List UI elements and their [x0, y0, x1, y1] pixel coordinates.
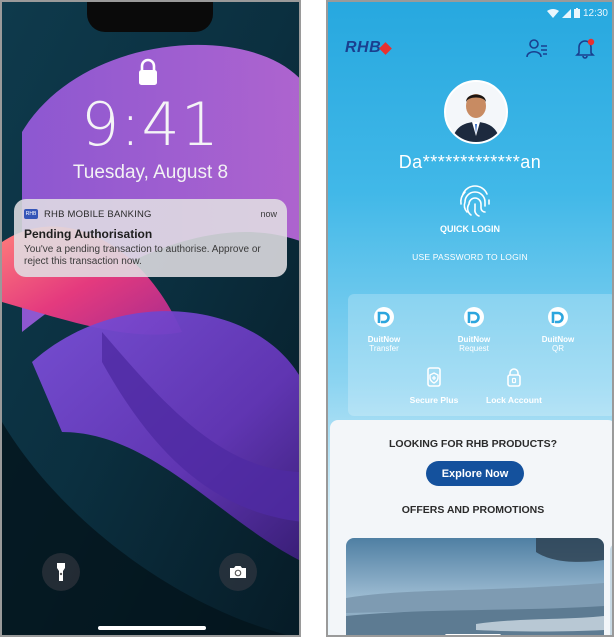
- battery-icon: [573, 8, 580, 18]
- camera-icon: [230, 566, 246, 578]
- products-section: LOOKING FOR RHB PRODUCTS? Explore Now OF…: [330, 420, 612, 637]
- action-label: DuitNow: [541, 335, 575, 344]
- lock-icon: [139, 58, 157, 85]
- duitnow-transfer-button[interactable]: DuitNow Transfer: [354, 306, 414, 354]
- duitnow-icon: [464, 307, 484, 327]
- profile-switch-icon[interactable]: [526, 37, 548, 59]
- status-time: 12:30: [582, 7, 608, 19]
- push-notification[interactable]: RHB RHB MOBILE BANKING now Pending Autho…: [14, 199, 287, 277]
- secure-plus-button[interactable]: Secure Plus: [404, 366, 464, 405]
- fingerprint-icon[interactable]: [457, 182, 493, 220]
- camera-button[interactable]: [219, 553, 257, 591]
- promotion-banner[interactable]: [346, 538, 604, 637]
- action-label: DuitNow: [367, 335, 401, 344]
- quick-login-label[interactable]: QUICK LOGIN: [328, 224, 612, 234]
- action-sublabel: Request: [459, 344, 489, 353]
- wifi-icon: [546, 8, 559, 18]
- padlock-icon: [507, 368, 521, 387]
- home-indicator[interactable]: [98, 626, 206, 630]
- rhb-login-screen: 12:30 RHB Da*************an QUICK LOGIN …: [326, 0, 614, 637]
- lock-screen: 9:41 Tuesday, August 8 RHB RHB MOBILE BA…: [0, 0, 301, 637]
- quick-actions-panel: DuitNow Transfer DuitNow Request DuitNow…: [348, 294, 612, 416]
- lock-screen-date: Tuesday, August 8: [72, 162, 229, 183]
- rhb-app-icon: RHB: [24, 209, 38, 219]
- user-portrait-icon: [446, 82, 506, 142]
- notification-body: You've a pending transaction to authoris…: [24, 244, 261, 267]
- action-label: Lock Account: [486, 395, 542, 405]
- use-password-link[interactable]: USE PASSWORD TO LOGIN: [328, 252, 612, 262]
- notch: [87, 2, 213, 32]
- duitnow-request-button[interactable]: DuitNow Request: [444, 306, 504, 354]
- action-label: Secure Plus: [409, 395, 459, 405]
- signal-icon: [561, 8, 571, 18]
- next-promotion-peek[interactable]: [610, 544, 612, 635]
- rhb-logo: RHB: [345, 39, 382, 56]
- notification-app-name: RHB MOBILE BANKING: [44, 208, 152, 220]
- offers-heading: OFFERS AND PROMOTIONS: [401, 504, 545, 516]
- duitnow-icon: [548, 307, 568, 327]
- lock-account-button[interactable]: Lock Account: [484, 366, 544, 405]
- lock-screen-time: 9:41: [81, 90, 220, 160]
- flashlight-button[interactable]: [42, 553, 80, 591]
- action-sublabel: QR: [552, 344, 564, 353]
- duitnow-icon: [374, 307, 394, 327]
- secure-plus-phone-icon: [427, 367, 441, 387]
- products-heading: LOOKING FOR RHB PRODUCTS?: [389, 438, 557, 450]
- duitnow-qr-button[interactable]: DuitNow QR: [528, 306, 588, 354]
- status-bar: 12:30: [546, 6, 608, 20]
- masked-username: Da*************an: [398, 152, 542, 172]
- bell-icon[interactable]: [574, 37, 596, 59]
- action-label: DuitNow: [457, 335, 491, 344]
- explore-now-button[interactable]: Explore Now: [426, 461, 524, 486]
- flashlight-icon: [57, 563, 65, 581]
- notification-time: now: [260, 209, 277, 219]
- avatar: [444, 80, 508, 144]
- notification-title: Pending Authorisation: [24, 227, 153, 241]
- action-sublabel: Transfer: [369, 344, 399, 353]
